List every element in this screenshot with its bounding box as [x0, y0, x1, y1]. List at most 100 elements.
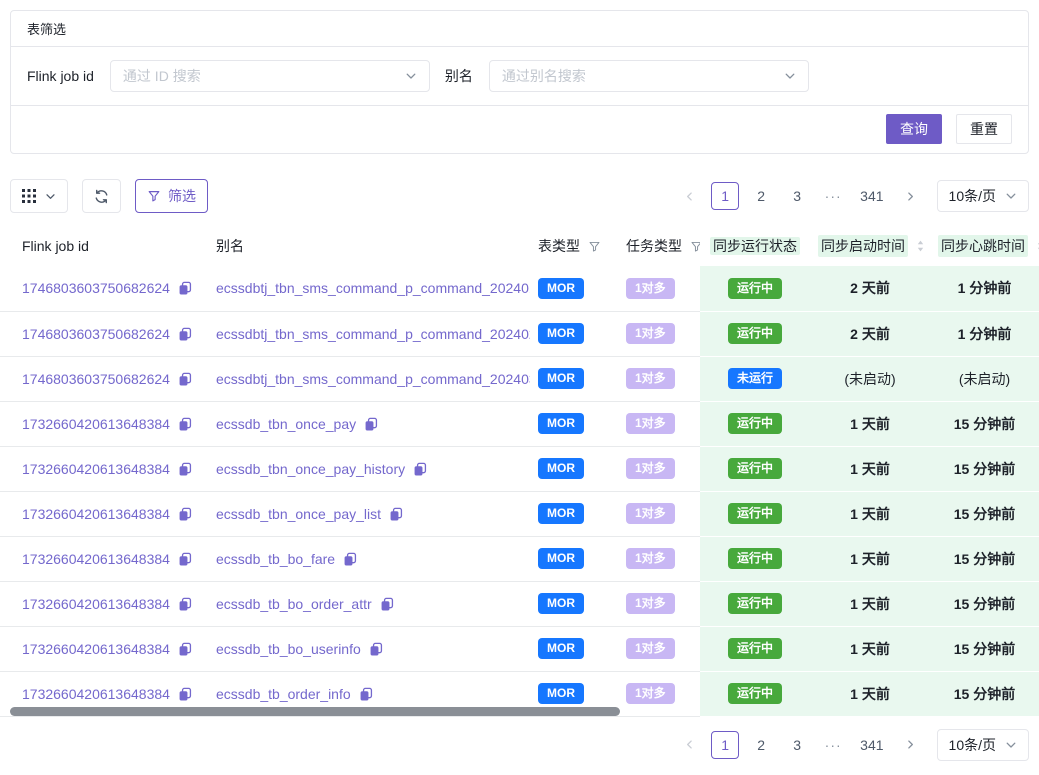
pagination-page-3[interactable]: 3 — [783, 182, 811, 210]
table-row: 1732660420613648384 ecssdb_tb_bo_fare MO… — [0, 536, 1039, 581]
filter-button[interactable]: 筛选 — [135, 179, 208, 213]
pagination-page-1[interactable]: 1 — [711, 731, 739, 759]
pagination-page-3[interactable]: 3 — [783, 731, 811, 759]
start-time: 1 天前 — [850, 686, 890, 702]
task-type-badge: 1对多 — [626, 683, 675, 704]
chevron-down-icon — [784, 70, 796, 82]
flink-job-id-link[interactable]: 1732660420613648384 — [22, 506, 170, 522]
task-type-badge: 1对多 — [626, 503, 675, 524]
flink-job-id-link[interactable]: 1732660420613648384 — [22, 596, 170, 612]
task-type-badge: 1对多 — [626, 593, 675, 614]
task-type-badge: 1对多 — [626, 458, 675, 479]
flink-job-id-link[interactable]: 1732660420613648384 — [22, 551, 170, 567]
funnel-filter-icon[interactable] — [588, 240, 601, 253]
start-time: 1 天前 — [850, 641, 890, 657]
copy-icon[interactable] — [178, 372, 192, 386]
alias-select[interactable]: 通过别名搜索 — [489, 60, 809, 92]
toolbar-row: 筛选 123 ··· 341 10条/页 — [10, 179, 1029, 213]
table-body: 1746803603750682624 ecssdbtj_tbn_sms_com… — [0, 266, 1039, 716]
table-row: 1746803603750682624 ecssdbtj_tbn_sms_com… — [0, 311, 1039, 356]
refresh-icon — [94, 189, 109, 204]
copy-icon[interactable] — [369, 642, 383, 656]
table-type-badge: MOR — [538, 368, 584, 389]
table-type-badge: MOR — [538, 503, 584, 524]
copy-icon[interactable] — [178, 642, 192, 656]
flink-job-id-link[interactable]: 1732660420613648384 — [22, 416, 170, 432]
pagination-ellipsis[interactable]: ··· — [819, 182, 847, 210]
page-size-select[interactable]: 10条/页 — [937, 729, 1029, 761]
alias-link[interactable]: ecssdb_tb_bo_order_attr — [216, 596, 372, 612]
heartbeat-time: 15 分钟前 — [954, 596, 1015, 612]
pagination-prev[interactable] — [675, 182, 703, 210]
table-row: 1732660420613648384 ecssdb_tb_bo_order_a… — [0, 581, 1039, 626]
alias-link[interactable]: ecssdbtj_tbn_sms_command_p_command_20240… — [216, 371, 530, 387]
copy-icon[interactable] — [178, 507, 192, 521]
copy-icon[interactable] — [178, 327, 192, 341]
flink-job-id-link[interactable]: 1746803603750682624 — [22, 371, 170, 387]
table-type-badge: MOR — [538, 458, 584, 479]
copy-icon[interactable] — [389, 507, 403, 521]
pagination-next[interactable] — [897, 182, 925, 210]
copy-icon[interactable] — [380, 597, 394, 611]
alias-link[interactable]: ecssdb_tb_bo_userinfo — [216, 641, 361, 657]
alias-link[interactable]: ecssdbtj_tbn_sms_command_p_command_20240… — [216, 326, 530, 342]
alias-link[interactable]: ecssdb_tbn_once_pay_history — [216, 461, 405, 477]
copy-icon[interactable] — [343, 552, 357, 566]
heartbeat-time: 15 分钟前 — [954, 686, 1015, 702]
pagination-ellipsis[interactable]: ··· — [819, 731, 847, 759]
flink-job-id-link[interactable]: 1746803603750682624 — [22, 326, 170, 342]
horizontal-scrollbar-thumb[interactable] — [10, 707, 620, 716]
column-settings-button[interactable] — [10, 179, 68, 213]
copy-icon[interactable] — [178, 462, 192, 476]
copy-icon[interactable] — [178, 687, 192, 701]
status-badge: 运行中 — [728, 593, 782, 614]
flink-job-id-link[interactable]: 1732660420613648384 — [22, 641, 170, 657]
task-type-badge: 1对多 — [626, 413, 675, 434]
alias-link[interactable]: ecssdb_tb_bo_fare — [216, 551, 335, 567]
flink-job-id-link[interactable]: 1746803603750682624 — [22, 280, 170, 296]
copy-icon[interactable] — [359, 687, 373, 701]
flink-job-id-link[interactable]: 1732660420613648384 — [22, 686, 170, 702]
table-row: 1746803603750682624 ecssdbtj_tbn_sms_com… — [0, 356, 1039, 401]
col-task-type: 任务类型 — [618, 226, 700, 266]
alias-link[interactable]: ecssdb_tb_order_info — [216, 686, 351, 702]
refresh-button[interactable] — [82, 179, 121, 213]
copy-icon[interactable] — [413, 462, 427, 476]
table-type-badge: MOR — [538, 548, 584, 569]
table-row: 1732660420613648384 ecssdb_tbn_once_pay_… — [0, 491, 1039, 536]
flink-job-id-select[interactable]: 通过 ID 搜索 — [110, 60, 430, 92]
copy-icon[interactable] — [364, 417, 378, 431]
flink-job-id-link[interactable]: 1732660420613648384 — [22, 461, 170, 477]
col-sync-start-time: 同步启动时间 — [810, 226, 930, 266]
pagination-prev[interactable] — [675, 731, 703, 759]
start-time: 2 天前 — [850, 280, 890, 296]
pagination-page-341[interactable]: 341 — [855, 731, 888, 759]
status-badge: 运行中 — [728, 683, 782, 704]
pagination-page-1[interactable]: 1 — [711, 182, 739, 210]
table-header-row: Flink job id 别名 表类型 任务类型 同步运行状态 同步启动时间 同… — [0, 226, 1039, 266]
chevron-down-icon — [405, 70, 417, 82]
pagination: 123 ··· 341 — [671, 182, 928, 210]
pagination-page-2[interactable]: 2 — [747, 182, 775, 210]
copy-icon[interactable] — [178, 281, 192, 295]
copy-icon[interactable] — [178, 552, 192, 566]
page-size-select[interactable]: 10条/页 — [937, 180, 1029, 212]
alias-link[interactable]: ecssdbtj_tbn_sms_command_p_command_20240… — [216, 280, 530, 296]
pagination-page-2[interactable]: 2 — [747, 731, 775, 759]
pagination-next[interactable] — [897, 731, 925, 759]
col-flink-job-id: Flink job id — [0, 226, 208, 266]
query-button[interactable]: 查询 — [886, 114, 942, 144]
status-badge: 运行中 — [728, 413, 782, 434]
copy-icon[interactable] — [178, 417, 192, 431]
filter-form: Flink job id 通过 ID 搜索 别名 通过别名搜索 — [11, 47, 1028, 106]
alias-link[interactable]: ecssdb_tbn_once_pay_list — [216, 506, 381, 522]
pagination-page-341[interactable]: 341 — [855, 182, 888, 210]
status-badge: 运行中 — [728, 638, 782, 659]
copy-icon[interactable] — [178, 597, 192, 611]
sorter-icon[interactable] — [916, 239, 925, 253]
reset-button[interactable]: 重置 — [956, 114, 1012, 144]
alias-link[interactable]: ecssdb_tbn_once_pay — [216, 416, 356, 432]
heartbeat-time: 1 分钟前 — [958, 280, 1012, 296]
col-alias: 别名 — [208, 226, 530, 266]
funnel-filter-icon[interactable] — [690, 240, 700, 253]
